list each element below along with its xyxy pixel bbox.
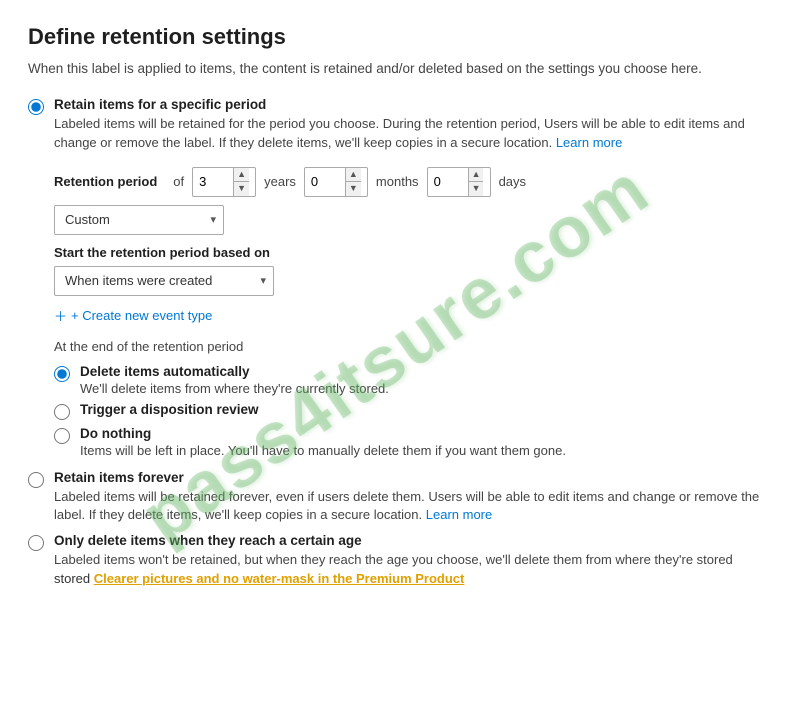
months-label: months [376,174,419,189]
years-up-btn[interactable]: ▲ [234,168,249,183]
delete-automatically-desc: We'll delete items from where they're cu… [80,381,762,396]
months-down-btn[interactable]: ▼ [346,182,361,196]
trigger-disposition-label: Trigger a disposition review [80,402,762,417]
only-delete-label: Only delete items when they reach a cert… [54,533,762,548]
page-title: Define retention settings [28,24,762,50]
retain-forever-content: Retain items forever Labeled items will … [54,470,762,526]
event-dropdown-wrapper[interactable]: When items were created When items were … [54,266,274,296]
only-delete-radio[interactable] [28,535,44,551]
do-nothing-label: Do nothing [80,426,762,441]
years-input-wrapper[interactable]: ▲ ▼ [192,167,256,197]
delete-automatically-content: Delete items automatically We'll delete … [80,364,762,396]
days-label: days [499,174,526,189]
retain-specific-radio[interactable] [28,99,44,115]
premium-prefix: stored [54,571,94,586]
premium-link[interactable]: Clearer pictures and no water-mask in th… [94,571,465,586]
trigger-disposition-radio[interactable] [54,404,70,420]
only-delete-desc: Labeled items won't be retained, but whe… [54,551,762,589]
do-nothing-desc: Items will be left in place. You'll have… [80,443,762,458]
months-up-btn[interactable]: ▲ [346,168,361,183]
retain-forever-label: Retain items forever [54,470,762,485]
retain-specific-content: Retain items for a specific period Label… [54,97,762,464]
only-delete-option[interactable]: Only delete items when they reach a cert… [28,533,762,589]
days-spinners: ▲ ▼ [468,168,484,196]
retain-forever-desc: Labeled items will be retained forever, … [54,488,762,526]
delete-automatically-option[interactable]: Delete items automatically We'll delete … [54,364,762,396]
page-subtitle: When this label is applied to items, the… [28,60,762,79]
create-event-link[interactable]: ＋ + Create new event type [54,306,762,325]
retention-period-label: Retention period [54,174,157,189]
custom-dropdown-wrapper[interactable]: Custom 1 year 3 years 5 years 7 years 10… [54,205,224,235]
delete-automatically-radio[interactable] [54,366,70,382]
retention-period-row: Retention period of ▲ ▼ years ▲ ▼ months [54,167,762,197]
delete-automatically-label: Delete items automatically [80,364,762,379]
years-label: years [264,174,296,189]
create-event-label: + Create new event type [71,308,212,323]
retain-forever-learn-more[interactable]: Learn more [426,507,492,522]
do-nothing-radio[interactable] [54,428,70,444]
retain-specific-option[interactable]: Retain items for a specific period Label… [28,97,762,464]
create-event-icon: ＋ [54,306,67,325]
months-spinners: ▲ ▼ [345,168,361,196]
retain-specific-label: Retain items for a specific period [54,97,762,112]
months-input[interactable] [305,174,345,189]
days-input-wrapper[interactable]: ▲ ▼ [427,167,491,197]
custom-dropdown[interactable]: Custom 1 year 3 years 5 years 7 years 10… [54,205,224,235]
retain-specific-desc: Labeled items will be retained for the p… [54,115,762,153]
days-input[interactable] [428,174,468,189]
months-input-wrapper[interactable]: ▲ ▼ [304,167,368,197]
trigger-disposition-content: Trigger a disposition review [80,402,762,417]
retain-forever-option[interactable]: Retain items forever Labeled items will … [28,470,762,526]
years-input[interactable] [193,174,233,189]
start-period-label: Start the retention period based on [54,245,762,260]
end-period-label: At the end of the retention period [54,339,762,354]
retain-specific-learn-more[interactable]: Learn more [556,135,622,150]
years-spinners: ▲ ▼ [233,168,249,196]
premium-bar: stored Clearer pictures and no water-mas… [54,569,464,588]
do-nothing-option[interactable]: Do nothing Items will be left in place. … [54,426,762,458]
only-delete-content: Only delete items when they reach a cert… [54,533,762,589]
do-nothing-content: Do nothing Items will be left in place. … [80,426,762,458]
years-down-btn[interactable]: ▼ [234,182,249,196]
days-up-btn[interactable]: ▲ [469,168,484,183]
event-dropdown[interactable]: When items were created When items were … [54,266,274,296]
trigger-disposition-option[interactable]: Trigger a disposition review [54,402,762,420]
of-label: of [173,174,184,189]
retain-forever-radio[interactable] [28,472,44,488]
days-down-btn[interactable]: ▼ [469,182,484,196]
